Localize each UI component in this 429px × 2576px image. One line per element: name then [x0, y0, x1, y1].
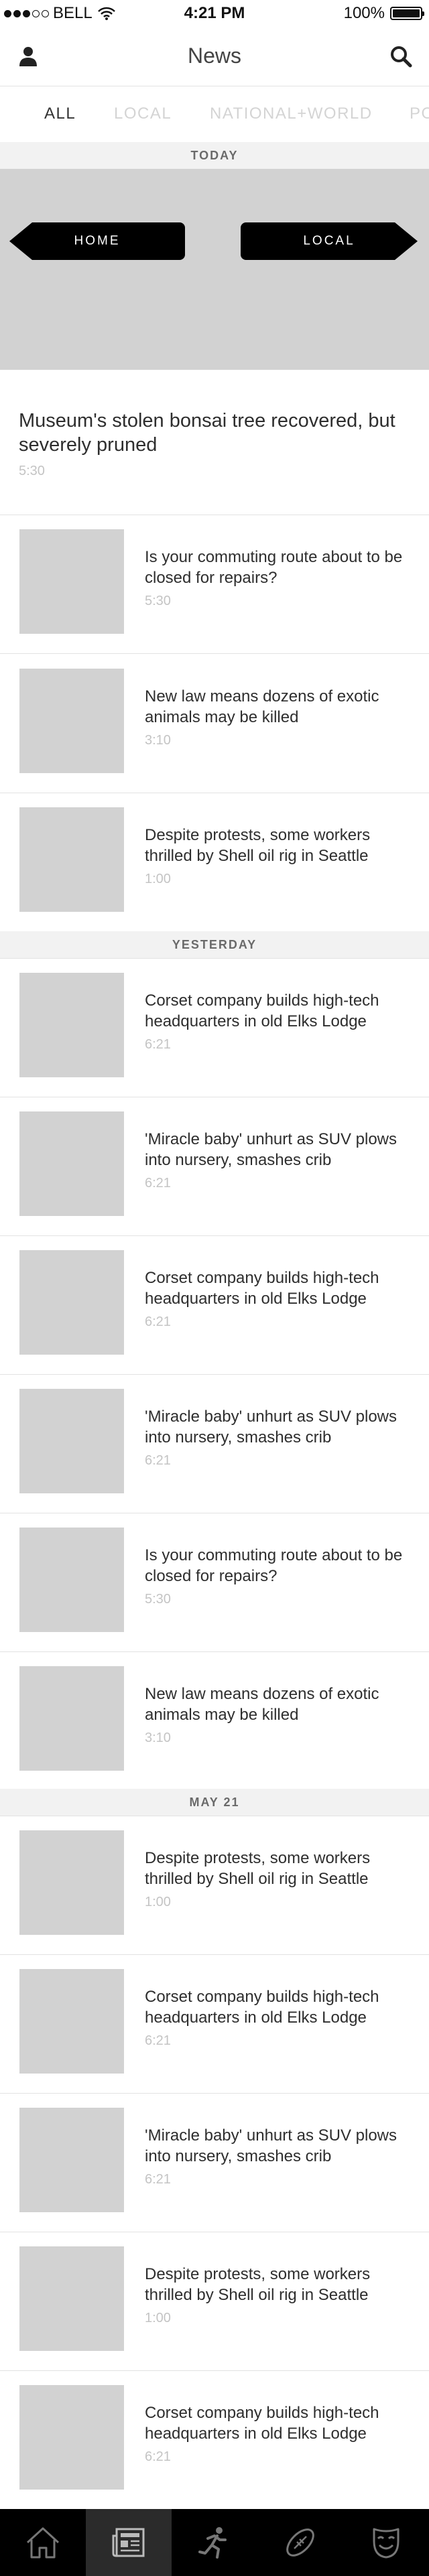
- story-title: Corset company builds high-tech headquar…: [145, 992, 379, 1030]
- battery-status: 100%: [343, 4, 424, 23]
- story-title: Is your commuting route about to be clos…: [145, 548, 403, 587]
- tab-bar-home[interactable]: [0, 2509, 86, 2576]
- tab-all[interactable]: ALL: [44, 105, 76, 123]
- story-title: Corset company builds high-tech headquar…: [145, 2404, 379, 2443]
- section-header-yesterday: YESTERDAY: [0, 931, 429, 959]
- story-time: 6:21: [145, 2033, 171, 2048]
- story-time: 3:10: [145, 733, 171, 748]
- story-time: 6:21: [145, 1176, 171, 1191]
- story-title: Is your commuting route about to be clos…: [145, 1546, 403, 1585]
- story-time: 6:21: [145, 1314, 171, 1329]
- story-time: 3:10: [145, 1731, 171, 1745]
- battery-percent: 100%: [343, 4, 385, 22]
- story-title: 'Miracle baby' unhurt as SUV plows into …: [145, 1408, 397, 1446]
- battery-icon: [390, 7, 424, 20]
- list-item[interactable]: New law means dozens of exotic animals m…: [0, 1651, 429, 1791]
- story-thumbnail: [19, 2246, 124, 2351]
- story-time: 1:00: [145, 872, 171, 886]
- story-thumbnail: [19, 529, 124, 634]
- hero-image[interactable]: HOME LOCAL: [0, 169, 429, 370]
- list-item[interactable]: 'Miracle baby' unhurt as SUV plows into …: [0, 1374, 429, 1513]
- story-time: 6:21: [145, 2172, 171, 2187]
- tab-national-world[interactable]: NATIONAL+WORLD: [210, 105, 373, 123]
- story-thumbnail: [19, 1250, 124, 1355]
- story-title: 'Miracle baby' unhurt as SUV plows into …: [145, 1130, 397, 1169]
- story-time: 5:30: [145, 594, 171, 608]
- story-title: Despite protests, some workers thrilled …: [145, 2265, 371, 2304]
- story-title: New law means dozens of exotic animals m…: [145, 1685, 379, 1724]
- story-time: 6:21: [145, 1037, 171, 1052]
- list-item[interactable]: 'Miracle baby' unhurt as SUV plows into …: [0, 1097, 429, 1236]
- tab-bar-entertainment[interactable]: [343, 2509, 429, 2576]
- list-item[interactable]: Corset company builds high-tech headquar…: [0, 2370, 429, 2510]
- section-header-may-21: MAY 21: [0, 1789, 429, 1816]
- home-tag-button[interactable]: HOME: [9, 222, 185, 260]
- story-title: New law means dozens of exotic animals m…: [145, 687, 379, 726]
- tab-bar-sports[interactable]: [172, 2509, 257, 2576]
- story-time: 5:30: [145, 1592, 171, 1607]
- story-time: 6:21: [145, 2449, 171, 2464]
- story-time: 1:00: [145, 1895, 171, 1909]
- bottom-tab-bar: [0, 2509, 429, 2576]
- list-item[interactable]: Corset company builds high-tech headquar…: [0, 958, 429, 1097]
- category-tabs: ALL LOCAL NATIONAL+WORLD PO: [0, 86, 429, 143]
- list-item[interactable]: Despite protests, some workers thrilled …: [0, 2232, 429, 2371]
- theater-masks-icon: [373, 2528, 400, 2559]
- list-item[interactable]: Corset company builds high-tech headquar…: [0, 1235, 429, 1375]
- football-icon: [286, 2528, 314, 2557]
- story-thumbnail: [19, 973, 124, 1077]
- story-thumbnail: [19, 669, 124, 773]
- search-icon[interactable]: [389, 44, 413, 68]
- story-title: Corset company builds high-tech headquar…: [145, 1988, 379, 2027]
- story-thumbnail: [19, 2108, 124, 2212]
- list-item[interactable]: Despite protests, some workers thrilled …: [0, 793, 429, 932]
- story-thumbnail: [19, 1528, 124, 1632]
- hero-time: 5:30: [19, 464, 45, 478]
- story-time: 6:21: [145, 1453, 171, 1468]
- story-thumbnail: [19, 1111, 124, 1216]
- story-title: Despite protests, some workers thrilled …: [145, 826, 371, 865]
- story-thumbnail: [19, 1666, 124, 1771]
- runner-icon: [198, 2527, 227, 2559]
- list-item[interactable]: 'Miracle baby' unhurt as SUV plows into …: [0, 2093, 429, 2232]
- newspaper-icon: [112, 2528, 145, 2557]
- local-tag-button[interactable]: LOCAL: [241, 222, 418, 260]
- list-item[interactable]: Is your commuting route about to be clos…: [0, 515, 429, 654]
- tab-bar-news[interactable]: [86, 2509, 172, 2576]
- story-thumbnail: [19, 2385, 124, 2490]
- page-title: News: [187, 44, 241, 68]
- story-thumbnail: [19, 807, 124, 912]
- story-thumbnail: [19, 1969, 124, 2074]
- tab-local[interactable]: LOCAL: [114, 105, 172, 123]
- navigation-bar: News: [0, 27, 429, 86]
- story-time: 1:00: [145, 2311, 171, 2325]
- list-item[interactable]: Despite protests, some workers thrilled …: [0, 1816, 429, 1955]
- list-item[interactable]: New law means dozens of exotic animals m…: [0, 654, 429, 793]
- story-thumbnail: [19, 1830, 124, 1935]
- list-item[interactable]: Is your commuting route about to be clos…: [0, 1513, 429, 1652]
- story-title: 'Miracle baby' unhurt as SUV plows into …: [145, 2126, 397, 2165]
- tab-bar-football[interactable]: [257, 2509, 343, 2576]
- section-header-today: TODAY: [0, 142, 429, 170]
- story-thumbnail: [19, 1389, 124, 1493]
- status-bar: BELL 4:21 PM 100%: [0, 0, 429, 27]
- home-icon: [26, 2527, 60, 2559]
- tab-po[interactable]: PO: [410, 105, 429, 123]
- story-title: Despite protests, some workers thrilled …: [145, 1849, 371, 1888]
- list-item[interactable]: Corset company builds high-tech headquar…: [0, 1954, 429, 2094]
- hero-headline: Museum's stolen bonsai tree recovered, b…: [19, 410, 395, 456]
- story-title: Corset company builds high-tech headquar…: [145, 1269, 379, 1308]
- hero-story[interactable]: Museum's stolen bonsai tree recovered, b…: [0, 370, 429, 515]
